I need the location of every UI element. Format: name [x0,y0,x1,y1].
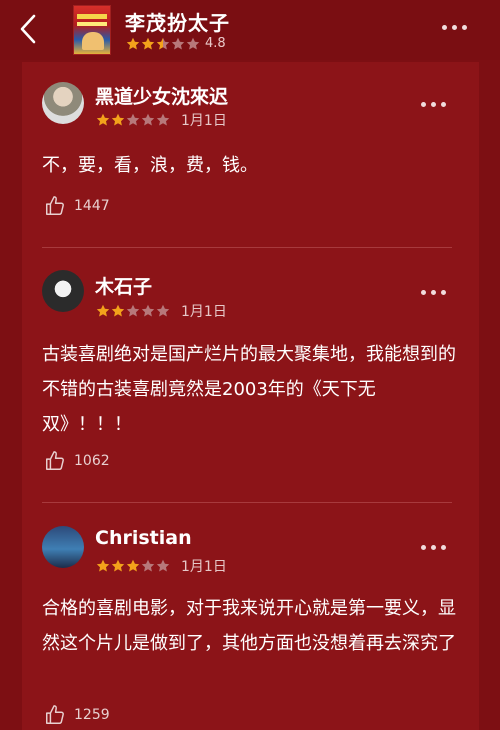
back-button[interactable] [14,12,42,46]
thumbs-up-icon [46,705,64,724]
star-filled-icon [111,113,125,126]
thumbs-up-icon [46,196,64,215]
rating-stars [126,37,201,51]
review-rating: 1月1日 [96,556,227,576]
review-date: 1月1日 [181,304,227,320]
more-dots-icon [421,102,426,107]
review-rating: 1月1日 [96,110,227,130]
star-filled-icon [111,559,125,572]
thumbs-up-icon [46,451,64,470]
review-rating: 1月1日 [96,301,227,321]
review-text: 古装喜剧绝对是国产烂片的最大聚集地，我能想到的不错的古装喜剧竟然是2003年的《… [42,344,456,435]
divider [42,502,452,503]
more-options-button[interactable] [442,25,472,30]
avatar[interactable] [42,526,84,568]
star-empty-icon [141,559,155,572]
review-more-button[interactable] [421,545,451,550]
review-date: 1月1日 [181,559,227,575]
review-text: 不，要，看，浪，费，钱。 [42,155,258,176]
review-date: 1月1日 [181,113,227,129]
avatar[interactable] [42,82,84,124]
star-filled-icon [141,37,155,49]
star-filled-icon [96,304,110,317]
review-username[interactable]: 木石子 [95,272,152,299]
like-button[interactable]: 1062 [44,450,110,472]
like-count: 1062 [74,453,110,469]
review-username[interactable]: Christian [95,527,192,549]
like-button[interactable]: 1259 [44,704,110,726]
star-empty-icon [156,113,170,126]
like-count: 1447 [74,198,110,214]
more-dots-icon [442,25,447,30]
chevron-left-icon [20,14,36,44]
star-empty-icon [171,37,185,49]
avatar[interactable] [42,270,84,312]
star-empty-icon [126,304,140,317]
star-empty-icon [186,37,200,49]
rating-score: 4.8 [205,36,226,51]
rating-stars [96,559,171,573]
more-dots-icon [421,545,426,550]
rating-stars [96,113,171,127]
review-username[interactable]: 黑道少女沈來迟 [95,82,228,109]
star-half-icon [156,37,170,49]
reviews-list: 黑道少女沈來迟 1月1日 不，要，看，浪，费，钱。 1447 木石子 1月1日 … [22,62,479,730]
movie-poster-thumbnail[interactable] [73,5,111,55]
review-text: 合格的喜剧电影，对于我来说开心就是第一要义，显然这个片儿是做到了，其他方面也没想… [42,598,456,654]
rating-stars [96,304,171,318]
star-empty-icon [126,113,140,126]
star-filled-icon [111,304,125,317]
divider [42,247,452,248]
star-filled-icon [126,559,140,572]
star-empty-icon [141,304,155,317]
star-filled-icon [126,37,140,49]
star-empty-icon [156,304,170,317]
like-count: 1259 [74,707,110,723]
review-more-button[interactable] [421,290,451,295]
movie-title: 李茂扮太子 [125,11,230,35]
like-button[interactable]: 1447 [44,195,110,217]
more-dots-icon [421,290,426,295]
star-empty-icon [141,113,155,126]
movie-rating: 4.8 [126,36,226,51]
app-header: 李茂扮太子 4.8 [0,0,500,60]
star-filled-icon [96,113,110,126]
review-more-button[interactable] [421,102,451,107]
star-filled-icon [96,559,110,572]
star-empty-icon [156,559,170,572]
